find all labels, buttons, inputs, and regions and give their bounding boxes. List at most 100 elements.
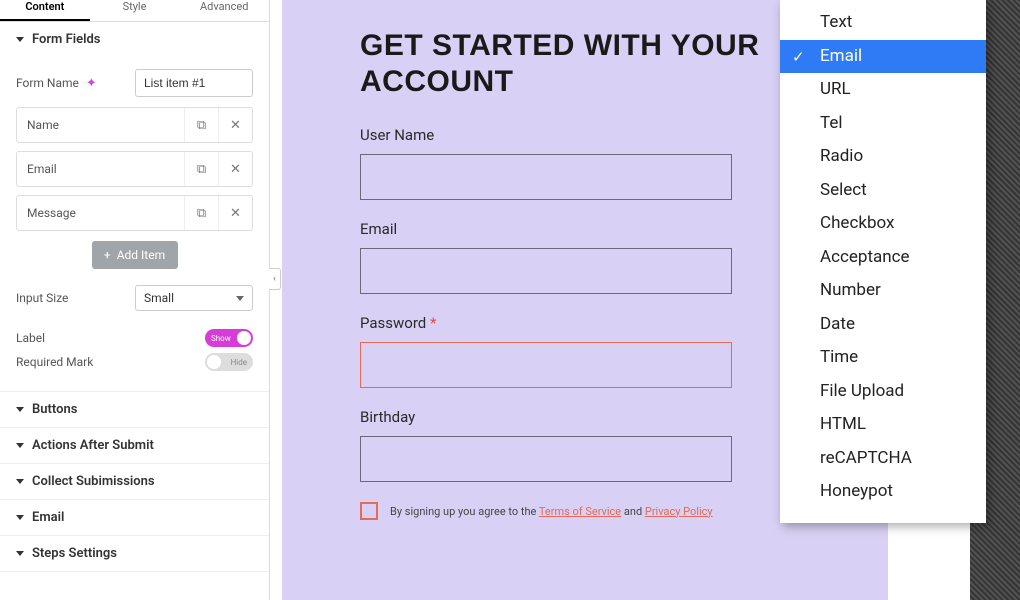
section-title: Actions After Submit bbox=[32, 438, 154, 453]
dropdown-item-label: Honeypot bbox=[820, 481, 893, 501]
field-row-label: Message bbox=[17, 196, 184, 230]
label-toggle-label: Label bbox=[16, 331, 45, 345]
check-icon: ✓ bbox=[792, 46, 805, 69]
tab-content[interactable]: Content bbox=[0, 0, 90, 21]
section-title: Collect Subimissions bbox=[32, 474, 155, 489]
toggle-knob bbox=[207, 355, 221, 369]
dropdown-item-date[interactable]: Date bbox=[780, 308, 986, 342]
agree-text: By signing up you agree to the Terms of … bbox=[390, 505, 713, 518]
username-input[interactable] bbox=[360, 154, 732, 200]
section-header-form-fields[interactable]: Form Fields bbox=[0, 22, 269, 57]
form-field-birthday: Birthday bbox=[360, 408, 828, 482]
dropdown-item-checkbox[interactable]: Checkbox bbox=[780, 207, 986, 241]
field-row-label: Email bbox=[17, 152, 184, 186]
ai-sparkle-icon[interactable]: ✦ bbox=[86, 76, 97, 91]
terms-link[interactable]: Terms of Service bbox=[539, 505, 621, 518]
dropdown-item-label: File Upload bbox=[820, 381, 904, 401]
tab-advanced[interactable]: Advanced bbox=[179, 0, 269, 21]
remove-field-button[interactable]: ✕ bbox=[218, 152, 252, 186]
section-header-email[interactable]: Email bbox=[0, 500, 269, 535]
agree-prefix: By signing up you agree to the bbox=[390, 505, 539, 518]
agree-row: By signing up you agree to the Terms of … bbox=[360, 502, 828, 520]
required-mark-label: Required Mark bbox=[16, 355, 93, 369]
form-field-username: User Name bbox=[360, 126, 828, 200]
toggle-text: Show bbox=[211, 334, 231, 343]
duplicate-field-button[interactable]: ⧉ bbox=[184, 196, 218, 230]
section-header-actions-after-submit[interactable]: Actions After Submit bbox=[0, 428, 269, 463]
caret-down-icon bbox=[16, 443, 24, 448]
copy-icon: ⧉ bbox=[197, 206, 206, 221]
input-size-select[interactable]: Small bbox=[135, 285, 253, 311]
form-name-input[interactable] bbox=[135, 69, 253, 97]
section-header-collect-submissions[interactable]: Collect Subimissions bbox=[0, 464, 269, 499]
dropdown-item-url[interactable]: URL bbox=[780, 73, 986, 107]
caret-down-icon bbox=[16, 515, 24, 520]
email-label: Email bbox=[360, 220, 828, 238]
copy-icon: ⧉ bbox=[197, 118, 206, 133]
dropdown-item-label: Tel bbox=[820, 113, 842, 133]
field-row[interactable]: Email ⧉ ✕ bbox=[16, 151, 253, 187]
tab-style[interactable]: Style bbox=[90, 0, 180, 21]
dropdown-item-label: URL bbox=[820, 79, 851, 99]
dropdown-item-email[interactable]: ✓ Email bbox=[780, 40, 986, 74]
form-field-password: Password * bbox=[360, 314, 828, 388]
dropdown-item-label: Number bbox=[820, 280, 881, 300]
sidebar-tabs: Content Style Advanced bbox=[0, 0, 269, 22]
required-mark-toggle[interactable]: Hide bbox=[205, 353, 253, 371]
section-title: Email bbox=[32, 510, 64, 525]
dropdown-item-label: Text bbox=[820, 12, 852, 32]
add-item-label: Add Item bbox=[117, 248, 165, 262]
dropdown-item-text[interactable]: Text bbox=[780, 6, 986, 40]
field-list: Name ⧉ ✕ Email ⧉ ✕ Message ⧉ ✕ bbox=[16, 107, 253, 231]
remove-field-button[interactable]: ✕ bbox=[218, 196, 252, 230]
dropdown-item-time[interactable]: Time bbox=[780, 341, 986, 375]
required-asterisk: * bbox=[430, 314, 436, 332]
caret-down-icon bbox=[16, 407, 24, 412]
field-type-dropdown: Text ✓ Email URL Tel Radio Select CheckboxAccep… bbox=[780, 0, 986, 523]
chevron-down-icon bbox=[236, 296, 244, 301]
agree-checkbox[interactable] bbox=[360, 502, 378, 520]
dropdown-item-label: Date bbox=[820, 314, 855, 334]
section-title: Buttons bbox=[32, 402, 77, 417]
field-row-label: Name bbox=[17, 108, 184, 142]
dropdown-item-recaptcha[interactable]: reCAPTCHA bbox=[780, 442, 986, 476]
close-icon: ✕ bbox=[230, 162, 241, 177]
duplicate-field-button[interactable]: ⧉ bbox=[184, 152, 218, 186]
form-title: GET STARTED WITH YOUR ACCOUNT bbox=[360, 28, 828, 100]
caret-down-icon bbox=[16, 479, 24, 484]
dropdown-item-acceptance[interactable]: Acceptance bbox=[780, 241, 986, 275]
dropdown-item-label: Email bbox=[820, 46, 862, 66]
dropdown-item-file-upload[interactable]: File Upload bbox=[780, 375, 986, 409]
toggle-knob bbox=[237, 331, 251, 345]
caret-down-icon bbox=[16, 551, 24, 556]
dropdown-item-label: reCAPTCHA bbox=[820, 448, 912, 468]
dropdown-item-honeypot[interactable]: Honeypot bbox=[780, 475, 986, 509]
sidebar-collapse-handle[interactable]: ‹ bbox=[269, 268, 281, 290]
section-header-buttons[interactable]: Buttons bbox=[0, 392, 269, 427]
password-input[interactable] bbox=[360, 342, 732, 388]
email-input[interactable] bbox=[360, 248, 732, 294]
dropdown-item-label: Select bbox=[820, 180, 867, 200]
add-item-button[interactable]: + Add Item bbox=[92, 241, 178, 269]
section-title: Form Fields bbox=[32, 32, 100, 47]
birthday-label: Birthday bbox=[360, 408, 828, 426]
field-row[interactable]: Message ⧉ ✕ bbox=[16, 195, 253, 231]
username-label: User Name bbox=[360, 126, 828, 144]
label-toggle[interactable]: Show bbox=[205, 329, 253, 347]
dropdown-item-radio[interactable]: Radio bbox=[780, 140, 986, 174]
agree-and: and bbox=[621, 505, 645, 518]
birthday-input[interactable] bbox=[360, 436, 732, 482]
dropdown-item-html[interactable]: HTML bbox=[780, 408, 986, 442]
section-title: Steps Settings bbox=[32, 546, 117, 561]
chevron-left-icon: ‹ bbox=[273, 274, 276, 284]
dropdown-item-number[interactable]: Number bbox=[780, 274, 986, 308]
field-row[interactable]: Name ⧉ ✕ bbox=[16, 107, 253, 143]
remove-field-button[interactable]: ✕ bbox=[218, 108, 252, 142]
duplicate-field-button[interactable]: ⧉ bbox=[184, 108, 218, 142]
section-header-steps-settings[interactable]: Steps Settings bbox=[0, 536, 269, 571]
dropdown-item-select[interactable]: Select bbox=[780, 174, 986, 208]
dropdown-item-tel[interactable]: Tel bbox=[780, 107, 986, 141]
copy-icon: ⧉ bbox=[197, 162, 206, 177]
password-label: Password * bbox=[360, 314, 828, 332]
privacy-link[interactable]: Privacy Policy bbox=[645, 505, 713, 518]
